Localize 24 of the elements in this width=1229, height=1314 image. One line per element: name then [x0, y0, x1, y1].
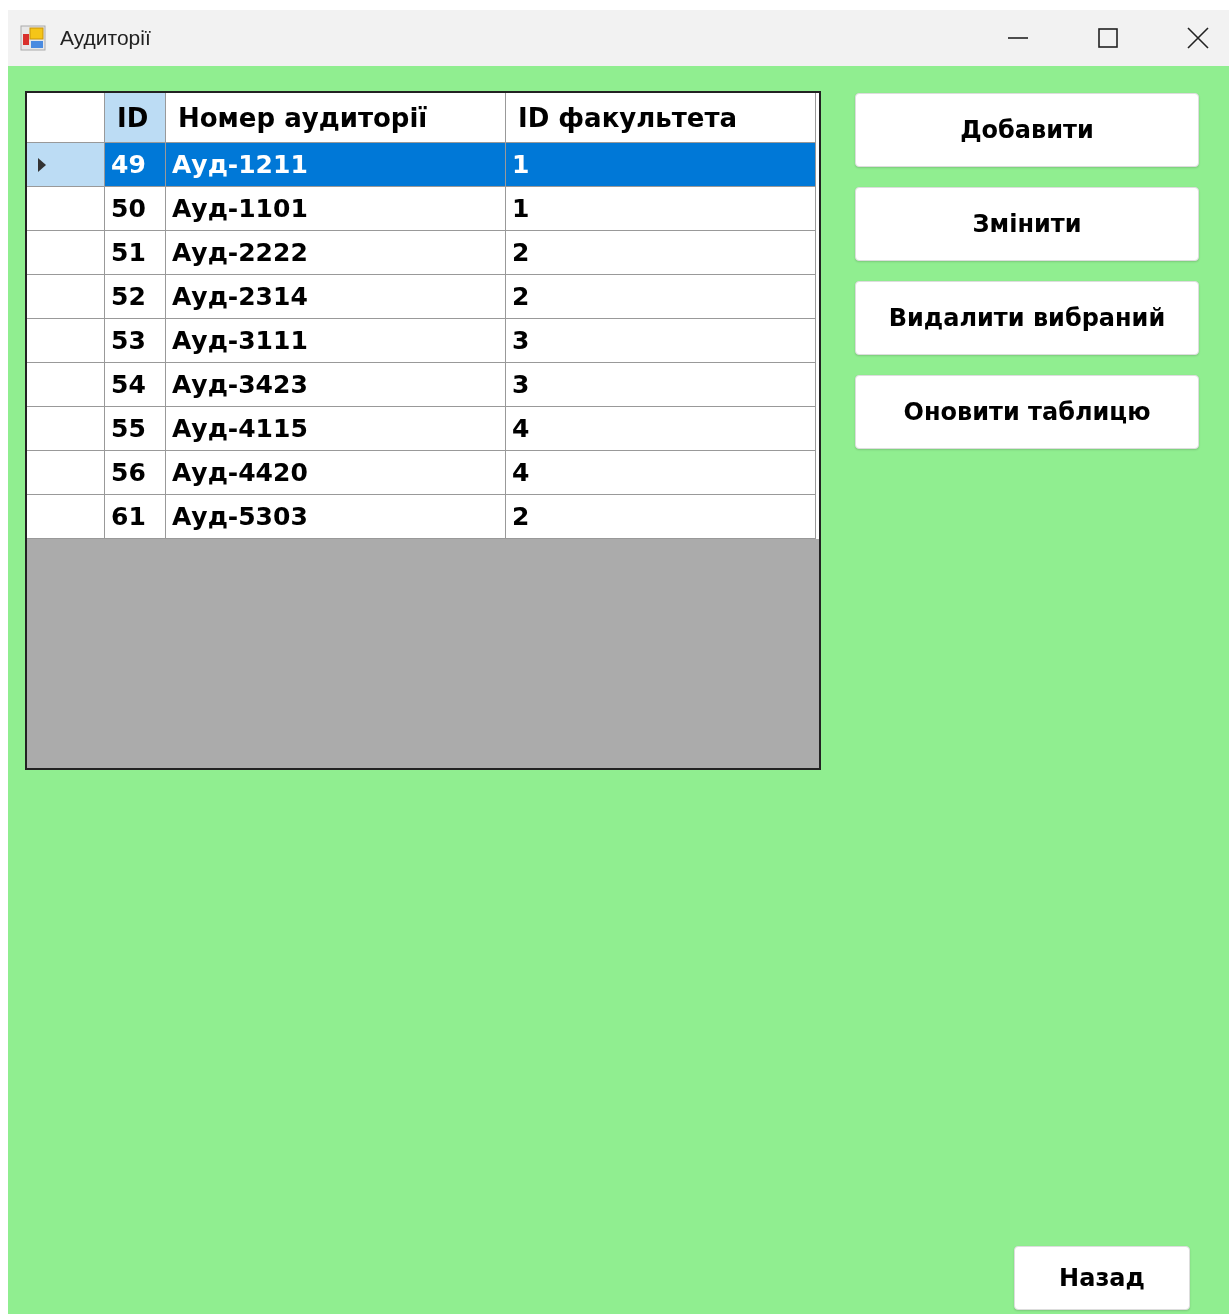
app-icon: [20, 25, 46, 51]
maximize-icon[interactable]: [1097, 27, 1119, 49]
table-cell[interactable]: 1: [506, 143, 816, 187]
row-header[interactable]: [27, 319, 105, 363]
action-button[interactable]: Видалити вибраний: [855, 281, 1199, 355]
current-row-icon: [37, 156, 47, 173]
table-cell[interactable]: Ауд-1211: [166, 143, 506, 187]
data-grid[interactable]: ID Номер аудиторії ID факультета 49 Ауд-1211 1 50 Ауд-1101 1 51 Ауд-2222 2 52 Ауд-2314 2 53 Ауд-3111 3 54 Ауд-3423 3 55 Ауд-4115 4 56 Ауд-4420 4 61 Ауд-5303 2: [25, 91, 821, 770]
row-header[interactable]: [27, 407, 105, 451]
row-header[interactable]: [27, 231, 105, 275]
row-header[interactable]: [27, 451, 105, 495]
row-header[interactable]: [27, 363, 105, 407]
close-icon[interactable]: [1187, 27, 1209, 49]
row-header[interactable]: [27, 275, 105, 319]
row-header[interactable]: [27, 143, 105, 187]
window-title: Аудиторії: [60, 26, 151, 50]
row-header[interactable]: [27, 495, 105, 539]
back-button[interactable]: Назад: [1014, 1246, 1190, 1310]
action-button[interactable]: Змінити: [855, 187, 1199, 261]
action-button[interactable]: Оновити таблицю: [855, 375, 1199, 449]
row-header[interactable]: [27, 187, 105, 231]
action-button[interactable]: Добавити: [855, 93, 1199, 167]
column-header[interactable]: ID: [105, 93, 166, 143]
table-cell[interactable]: 49: [105, 143, 166, 187]
